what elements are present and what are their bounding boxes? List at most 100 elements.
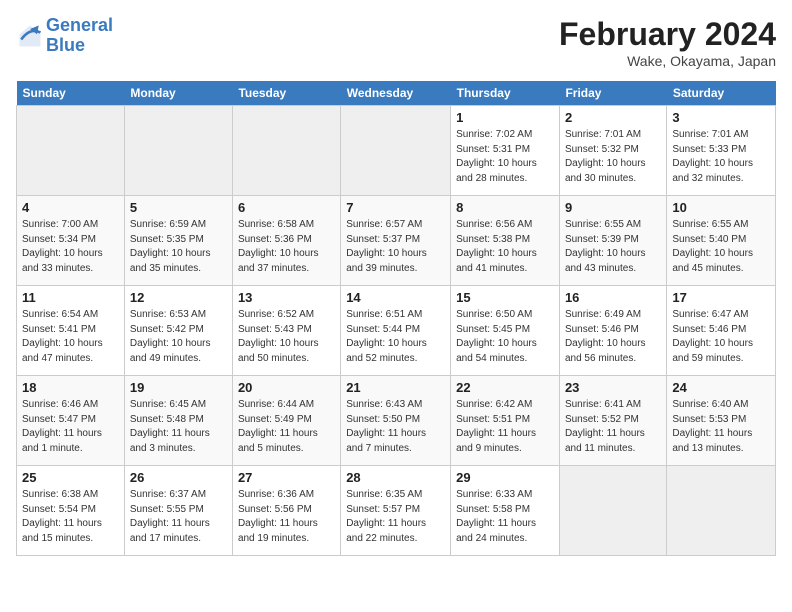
day-number: 20 [238,380,335,395]
weekday-saturday: Saturday [667,81,776,106]
day-info: Sunrise: 6:52 AMSunset: 5:43 PMDaylight:… [238,308,335,366]
calendar-cell: 8 Sunrise: 6:56 AMSunset: 5:38 PMDaylight… [451,196,560,286]
logo: General Blue [16,16,113,56]
calendar-cell: 4 Sunrise: 7:00 AMSunset: 5:34 PMDaylight… [17,196,125,286]
calendar-cell: 22Sunrise: 6:42 AMSunset: 5:51 PMDayligh… [451,376,560,466]
calendar-cell: 9Sunrise: 6:55 AMSunset: 5:39 PMDaylight… [559,196,666,286]
logo-general: General [46,15,113,35]
calendar-week-4: 18Sunrise: 6:46 AMSunset: 5:47 PMDayligh… [17,376,776,466]
day-number: 9 [565,200,661,215]
day-info: Sunrise: 6:50 AMSunset: 5:45 PMDaylight:… [456,308,554,366]
day-number: 19 [130,380,227,395]
day-info: Sunrise: 7:02 AMSunset: 5:31 PMDaylight:… [456,128,554,186]
day-info: Sunrise: 6:55 AMSunset: 5:40 PMDaylight:… [672,218,770,276]
calendar-cell: 6 Sunrise: 6:58 AMSunset: 5:36 PMDaylight… [232,196,340,286]
day-number: 8 [456,200,554,215]
day-info: Sunrise: 6:38 AMSunset: 5:54 PMDaylight:… [22,488,119,546]
location-title: Wake, Okayama, Japan [559,53,776,69]
calendar-cell: 15 Sunrise: 6:50 AMSunset: 5:45 PMDayligh… [451,286,560,376]
day-info: Sunrise: 6:43 AMSunset: 5:50 PMDaylight:… [346,398,445,456]
calendar-cell: 23 Sunrise: 6:41 AMSunset: 5:52 PMDayligh… [559,376,666,466]
day-number: 18 [22,380,119,395]
calendar-body: 1 Sunrise: 7:02 AMSunset: 5:31 PMDaylight… [17,106,776,556]
calendar-cell: 2 Sunrise: 7:01 AMSunset: 5:32 PMDaylight… [559,106,666,196]
day-number: 27 [238,470,335,485]
day-number: 24 [672,380,770,395]
day-number: 16 [565,290,661,305]
day-info: Sunrise: 7:00 AMSunset: 5:34 PMDaylight:… [22,218,119,276]
day-info: Sunrise: 6:37 AMSunset: 5:55 PMDaylight:… [130,488,227,546]
calendar-cell: 3 Sunrise: 7:01 AMSunset: 5:33 PMDaylight… [667,106,776,196]
day-number: 11 [22,290,119,305]
day-number: 2 [565,110,661,125]
calendar-week-3: 11Sunrise: 6:54 AMSunset: 5:41 PMDayligh… [17,286,776,376]
calendar-table: SundayMondayTuesdayWednesdayThursdayFrid… [16,81,776,556]
day-number: 1 [456,110,554,125]
day-info: Sunrise: 6:56 AMSunset: 5:38 PMDaylight:… [456,218,554,276]
day-info: Sunrise: 6:44 AMSunset: 5:49 PMDaylight:… [238,398,335,456]
day-info: Sunrise: 6:33 AMSunset: 5:58 PMDaylight:… [456,488,554,546]
calendar-cell [667,466,776,556]
calendar-cell: 20 Sunrise: 6:44 AMSunset: 5:49 PMDayligh… [232,376,340,466]
day-info: Sunrise: 7:01 AMSunset: 5:32 PMDaylight:… [565,128,661,186]
day-number: 26 [130,470,227,485]
day-number: 15 [456,290,554,305]
day-info: Sunrise: 6:53 AMSunset: 5:42 PMDaylight:… [130,308,227,366]
weekday-sunday: Sunday [17,81,125,106]
day-info: Sunrise: 6:42 AMSunset: 5:51 PMDaylight:… [456,398,554,456]
calendar-cell [124,106,232,196]
calendar-cell: 10 Sunrise: 6:55 AMSunset: 5:40 PMDayligh… [667,196,776,286]
page-header: General Blue February 2024 Wake, Okayama… [16,16,776,69]
day-number: 10 [672,200,770,215]
weekday-friday: Friday [559,81,666,106]
calendar-cell: 18Sunrise: 6:46 AMSunset: 5:47 PMDayligh… [17,376,125,466]
day-number: 23 [565,380,661,395]
day-info: Sunrise: 7:01 AMSunset: 5:33 PMDaylight:… [672,128,770,186]
calendar-cell: 29 Sunrise: 6:33 AMSunset: 5:58 PMDayligh… [451,466,560,556]
day-info: Sunrise: 6:40 AMSunset: 5:53 PMDaylight:… [672,398,770,456]
day-number: 5 [130,200,227,215]
day-info: Sunrise: 6:57 AMSunset: 5:37 PMDaylight:… [346,218,445,276]
logo-icon [16,22,44,50]
day-info: Sunrise: 6:59 AMSunset: 5:35 PMDaylight:… [130,218,227,276]
day-info: Sunrise: 6:51 AMSunset: 5:44 PMDaylight:… [346,308,445,366]
day-number: 3 [672,110,770,125]
calendar-cell: 11Sunrise: 6:54 AMSunset: 5:41 PMDayligh… [17,286,125,376]
calendar-week-1: 1 Sunrise: 7:02 AMSunset: 5:31 PMDaylight… [17,106,776,196]
calendar-cell [559,466,666,556]
calendar-cell: 25 Sunrise: 6:38 AMSunset: 5:54 PMDayligh… [17,466,125,556]
calendar-cell: 1 Sunrise: 7:02 AMSunset: 5:31 PMDaylight… [451,106,560,196]
day-number: 28 [346,470,445,485]
calendar-cell: 14 Sunrise: 6:51 AMSunset: 5:44 PMDayligh… [341,286,451,376]
day-number: 12 [130,290,227,305]
day-number: 17 [672,290,770,305]
day-number: 14 [346,290,445,305]
weekday-monday: Monday [124,81,232,106]
weekday-thursday: Thursday [451,81,560,106]
calendar-cell: 19 Sunrise: 6:45 AMSunset: 5:48 PMDayligh… [124,376,232,466]
calendar-cell [232,106,340,196]
weekday-header-row: SundayMondayTuesdayWednesdayThursdayFrid… [17,81,776,106]
calendar-cell: 27Sunrise: 6:36 AMSunset: 5:56 PMDayligh… [232,466,340,556]
title-block: February 2024 Wake, Okayama, Japan [559,16,776,69]
day-number: 4 [22,200,119,215]
calendar-cell: 12 Sunrise: 6:53 AMSunset: 5:42 PMDayligh… [124,286,232,376]
calendar-cell: 16Sunrise: 6:49 AMSunset: 5:46 PMDayligh… [559,286,666,376]
day-info: Sunrise: 6:35 AMSunset: 5:57 PMDaylight:… [346,488,445,546]
calendar-week-2: 4 Sunrise: 7:00 AMSunset: 5:34 PMDaylight… [17,196,776,286]
day-number: 25 [22,470,119,485]
day-info: Sunrise: 6:41 AMSunset: 5:52 PMDaylight:… [565,398,661,456]
weekday-tuesday: Tuesday [232,81,340,106]
month-title: February 2024 [559,16,776,53]
calendar-cell: 26 Sunrise: 6:37 AMSunset: 5:55 PMDayligh… [124,466,232,556]
day-number: 6 [238,200,335,215]
calendar-cell [341,106,451,196]
logo-blue: Blue [46,35,85,55]
day-number: 29 [456,470,554,485]
day-info: Sunrise: 6:45 AMSunset: 5:48 PMDaylight:… [130,398,227,456]
calendar-cell: 24 Sunrise: 6:40 AMSunset: 5:53 PMDayligh… [667,376,776,466]
day-info: Sunrise: 6:58 AMSunset: 5:36 PMDaylight:… [238,218,335,276]
calendar-week-5: 25 Sunrise: 6:38 AMSunset: 5:54 PMDayligh… [17,466,776,556]
calendar-cell: 17 Sunrise: 6:47 AMSunset: 5:46 PMDayligh… [667,286,776,376]
day-info: Sunrise: 6:47 AMSunset: 5:46 PMDaylight:… [672,308,770,366]
